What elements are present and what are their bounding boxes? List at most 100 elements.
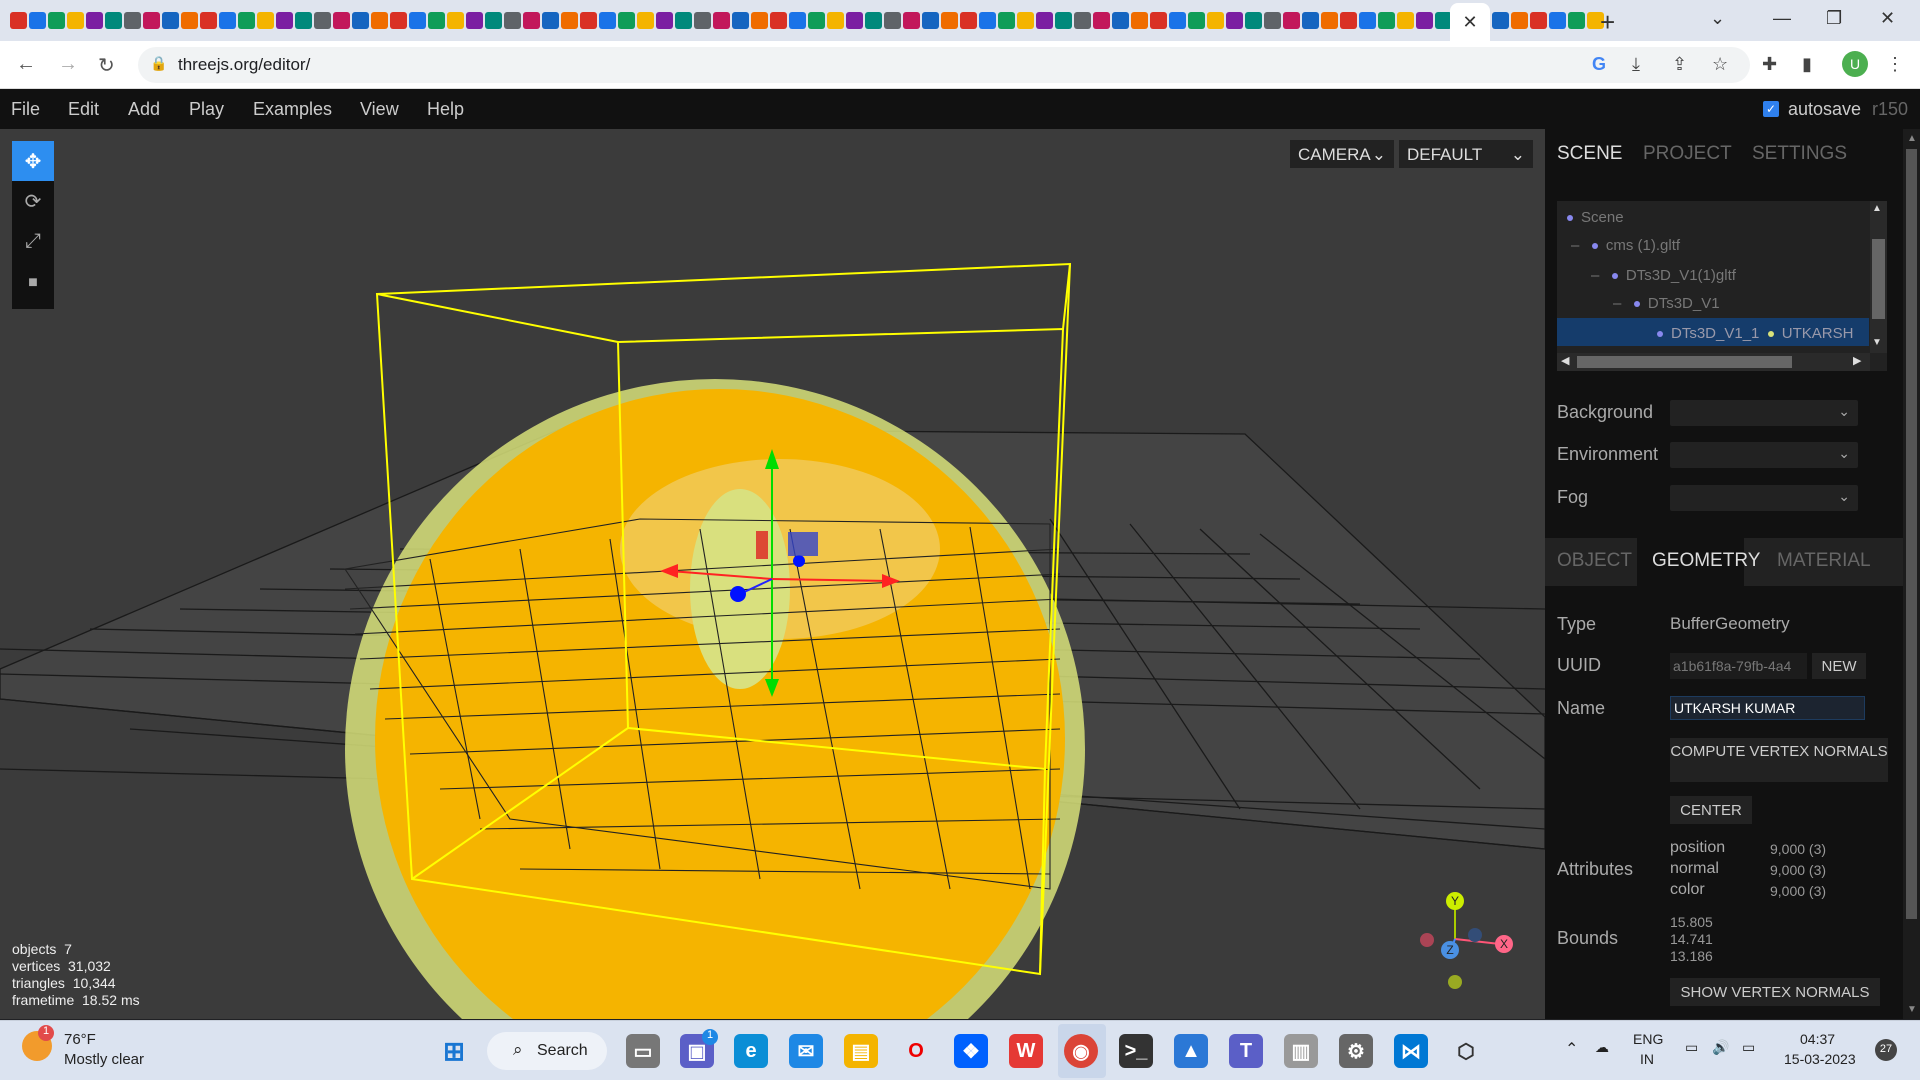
outliner-item-dts3d-v1-1[interactable]: DTs3D_V1_1 UTKARSH — [1657, 325, 1853, 342]
pinned-tab-favicon[interactable] — [1416, 12, 1433, 29]
pinned-tab-favicon[interactable] — [1188, 12, 1205, 29]
pinned-tab-favicon[interactable] — [1511, 12, 1528, 29]
pinned-tab-favicon[interactable] — [1112, 12, 1129, 29]
pinned-tab-favicon[interactable] — [1321, 12, 1338, 29]
pinned-tab-favicon[interactable] — [143, 12, 160, 29]
bookmark-star-icon[interactable]: ☆ — [1712, 54, 1728, 75]
notification-count[interactable]: 27 — [1875, 1039, 1897, 1061]
minimize-icon[interactable]: — — [1773, 8, 1791, 29]
close-window-icon[interactable]: ✕ — [1880, 8, 1895, 29]
show-hidden-icons-chevron[interactable]: ⌃ — [1565, 1039, 1578, 1059]
pinned-tab-favicon[interactable] — [1074, 12, 1091, 29]
pinned-tab-favicon[interactable] — [257, 12, 274, 29]
menu-kebab-icon[interactable]: ⋮ — [1886, 54, 1904, 75]
pinned-tab-favicon[interactable] — [485, 12, 502, 29]
sidebar-scrollbar[interactable]: ▲ ▼ — [1903, 129, 1920, 1019]
pinned-tab-favicon[interactable] — [200, 12, 217, 29]
side-panel-icon[interactable]: ▮ — [1802, 54, 1812, 75]
menu-file[interactable]: File — [11, 99, 40, 120]
chrome-icon[interactable]: ◉ — [1064, 1034, 1098, 1068]
share-icon[interactable]: ⇪ — [1672, 54, 1687, 75]
pinned-tab-favicon[interactable] — [808, 12, 825, 29]
pinned-tab-favicon[interactable] — [732, 12, 749, 29]
pinned-tab-favicon[interactable] — [884, 12, 901, 29]
translate-tool-icon[interactable]: ✥ — [12, 141, 54, 181]
pinned-tab-favicon[interactable] — [751, 12, 768, 29]
outliner-item-scene[interactable]: Scene — [1567, 209, 1624, 226]
pinned-tab-favicon[interactable] — [409, 12, 426, 29]
pinned-tab-favicon[interactable] — [922, 12, 939, 29]
pinned-tab-favicon[interactable] — [941, 12, 958, 29]
pinned-tab-favicon[interactable] — [447, 12, 464, 29]
reload-icon[interactable]: ↻ — [98, 53, 115, 78]
pinned-tab-favicon[interactable] — [86, 12, 103, 29]
region-label[interactable]: IN — [1640, 1051, 1654, 1067]
tab-project[interactable]: PROJECT — [1643, 143, 1732, 165]
omnibox[interactable] — [138, 47, 1750, 83]
task-view-icon[interactable]: ▭ — [626, 1034, 660, 1068]
pinned-tab-favicon[interactable] — [219, 12, 236, 29]
menu-play[interactable]: Play — [189, 99, 224, 120]
pinned-tab-favicon[interactable] — [390, 12, 407, 29]
restore-icon[interactable]: ❐ — [1826, 8, 1842, 29]
pinned-tab-favicon[interactable] — [713, 12, 730, 29]
onedrive-icon[interactable]: ☁ — [1595, 1039, 1609, 1056]
3d-viewer-icon[interactable]: ⬡ — [1449, 1034, 1483, 1068]
menu-examples[interactable]: Examples — [253, 99, 332, 120]
pinned-tab-favicon[interactable] — [162, 12, 179, 29]
wps-office-icon[interactable]: W — [1009, 1034, 1043, 1068]
pinned-tab-favicon[interactable] — [48, 12, 65, 29]
photos-icon[interactable]: ▲ — [1174, 1034, 1208, 1068]
language-label[interactable]: ENG — [1633, 1031, 1663, 1047]
extensions-icon[interactable]: ✚ — [1762, 54, 1777, 75]
outliner-hscrollbar[interactable]: ◀ ▶ — [1557, 353, 1870, 371]
clock-date[interactable]: 15-03-2023 — [1784, 1051, 1856, 1067]
tab-scene[interactable]: SCENE — [1557, 143, 1622, 165]
pinned-tab-favicon[interactable] — [466, 12, 483, 29]
camera-select[interactable]: CAMERA ⌄ — [1290, 140, 1394, 168]
pinned-tab-favicon[interactable] — [10, 12, 27, 29]
close-tab-icon[interactable]: ✕ — [1462, 12, 1477, 33]
pinned-tab-favicon[interactable] — [29, 12, 46, 29]
pinned-tab-favicon[interactable] — [105, 12, 122, 29]
pinned-tab-favicon[interactable] — [865, 12, 882, 29]
pinned-tab-favicon[interactable] — [827, 12, 844, 29]
taskbar-search[interactable]: ⌕ Search — [487, 1032, 607, 1070]
pinned-tab-favicon[interactable] — [618, 12, 635, 29]
pinned-tab-favicon[interactable] — [276, 12, 293, 29]
pinned-tab-favicon[interactable] — [599, 12, 616, 29]
settings-gear-icon[interactable]: ⚙ — [1339, 1034, 1373, 1068]
rotate-tool-icon[interactable]: ⟳ — [12, 181, 54, 221]
pinned-tab-favicon[interactable] — [1302, 12, 1319, 29]
pinned-tab-favicon[interactable] — [1530, 12, 1547, 29]
teams-icon[interactable]: T — [1229, 1034, 1263, 1068]
pinned-tab-favicon[interactable] — [903, 12, 920, 29]
pinned-tab-favicon[interactable] — [428, 12, 445, 29]
google-icon[interactable]: G — [1592, 54, 1606, 75]
pinned-tab-favicon[interactable] — [580, 12, 597, 29]
scene-canvas[interactable] — [0, 129, 1545, 1019]
tab-material[interactable]: MATERIAL — [1777, 550, 1871, 572]
forward-icon[interactable]: → — [58, 53, 78, 76]
pinned-tab-favicon[interactable] — [1283, 12, 1300, 29]
shading-select[interactable]: DEFAULT ⌄ — [1399, 140, 1533, 168]
autosave-checkbox[interactable]: ✓ — [1763, 101, 1779, 117]
notepad-icon[interactable]: ▥ — [1284, 1034, 1318, 1068]
pinned-tab-favicon[interactable] — [542, 12, 559, 29]
uuid-field[interactable]: a1b61f8a-79fb-4a4 — [1670, 653, 1807, 679]
pinned-tab-favicon[interactable] — [1340, 12, 1357, 29]
pinned-tab-favicon[interactable] — [371, 12, 388, 29]
pinned-tab-favicon[interactable] — [1568, 12, 1585, 29]
pinned-tab-favicon[interactable] — [561, 12, 578, 29]
file-explorer-icon[interactable]: ▤ — [844, 1034, 878, 1068]
pinned-tab-favicon[interactable] — [67, 12, 84, 29]
outliner-item-dts3d-v1[interactable]: – DTs3D_V1 — [1613, 295, 1720, 312]
pinned-tab-favicon[interactable] — [504, 12, 521, 29]
pinned-tab-favicon[interactable] — [1207, 12, 1224, 29]
pinned-tab-favicon[interactable] — [1169, 12, 1186, 29]
pinned-tab-favicon[interactable] — [523, 12, 540, 29]
network-icon[interactable]: ▭ — [1685, 1039, 1698, 1056]
pinned-tab-favicon[interactable] — [846, 12, 863, 29]
pinned-tab-favicon[interactable] — [789, 12, 806, 29]
name-input[interactable]: UTKARSH KUMAR — [1670, 696, 1865, 720]
